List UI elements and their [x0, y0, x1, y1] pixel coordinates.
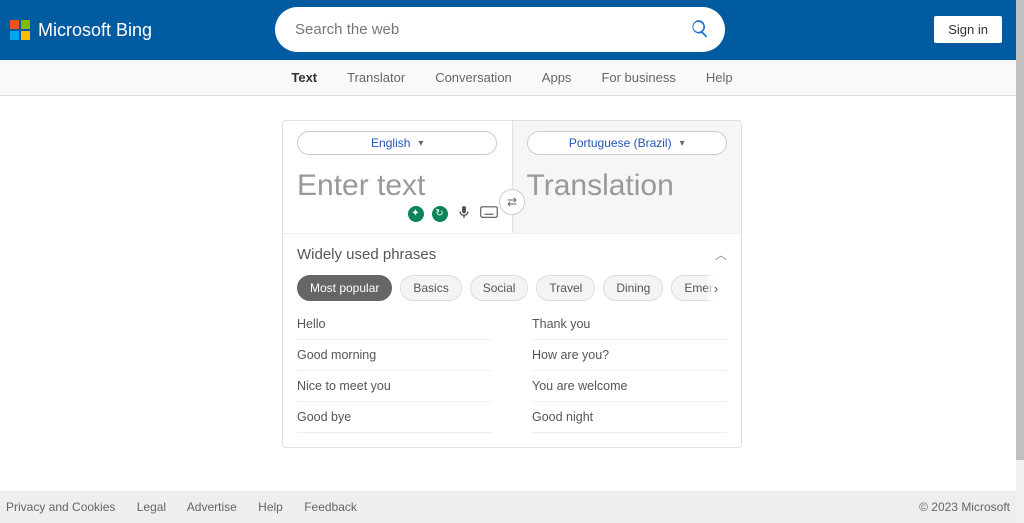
chip-most-popular[interactable]: Most popular [297, 275, 392, 301]
chevron-up-icon: ︿ [715, 248, 727, 262]
phrase-categories: Most popular Basics Social Travel Dining… [297, 275, 727, 301]
scrollbar[interactable] [1016, 0, 1024, 523]
footer-link-privacy[interactable]: Privacy and Cookies [6, 500, 115, 514]
tab-for-business[interactable]: For business [601, 70, 675, 85]
tab-text[interactable]: Text [291, 70, 317, 85]
phrases-header: Widely used phrases ︿ [297, 246, 727, 263]
target-pane: Portuguese (Brazil) ▾ Translation [513, 121, 742, 233]
nav-tabs: Text Translator Conversation Apps For bu… [0, 60, 1024, 96]
chip-social[interactable]: Social [470, 275, 529, 301]
microsoft-logo-icon [10, 20, 30, 40]
chevron-down-icon: ▾ [680, 138, 685, 149]
categories-scroll-right[interactable]: › [705, 275, 727, 301]
footer: Privacy and Cookies Legal Advertise Help… [0, 491, 1016, 523]
footer-link-feedback[interactable]: Feedback [304, 500, 357, 514]
keyboard-button[interactable] [480, 205, 498, 222]
phrases-title: Widely used phrases [297, 246, 436, 263]
chevron-right-icon: › [714, 281, 718, 296]
source-pane: English ▾ Enter text ✦ ↻ [283, 121, 513, 233]
grammarly-icon[interactable]: ✦ [408, 206, 424, 222]
search-icon [690, 18, 710, 38]
target-language-label: Portuguese (Brazil) [569, 136, 672, 150]
chip-basics[interactable]: Basics [400, 275, 461, 301]
footer-link-help[interactable]: Help [258, 500, 283, 514]
phrase-item[interactable]: How are you? [532, 340, 727, 371]
target-text-output: Translation [527, 169, 728, 221]
phrases-section: Widely used phrases ︿ Most popular Basic… [283, 233, 741, 447]
footer-copyright: © 2023 Microsoft [919, 500, 1010, 514]
swap-icon: ⇄ [507, 195, 517, 209]
search-button[interactable] [690, 18, 710, 41]
phrase-item[interactable]: You are welcome [532, 371, 727, 402]
tab-help[interactable]: Help [706, 70, 733, 85]
phrase-item[interactable]: Nice to meet you [297, 371, 492, 402]
phrase-list: Hello Thank you Good morning How are you… [297, 309, 727, 433]
translator-card: English ▾ Enter text ✦ ↻ ⇄ Portuguese (B… [282, 120, 742, 448]
swap-languages-button[interactable]: ⇄ [499, 189, 525, 215]
source-language-selector[interactable]: English ▾ [297, 131, 497, 155]
phrase-item[interactable]: Hello [297, 309, 492, 340]
brand-text: Microsoft Bing [38, 20, 152, 41]
phrase-item[interactable]: Good night [532, 402, 727, 433]
tab-translator[interactable]: Translator [347, 70, 405, 85]
tab-conversation[interactable]: Conversation [435, 70, 512, 85]
translation-panes: English ▾ Enter text ✦ ↻ ⇄ Portuguese (B… [283, 121, 741, 233]
top-bar: Microsoft Bing Sign in [0, 0, 1024, 60]
grammarly-refresh-icon[interactable]: ↻ [432, 206, 448, 222]
keyboard-icon [480, 205, 498, 219]
phrase-item[interactable]: Good bye [297, 402, 492, 433]
signin-button[interactable]: Sign in [934, 16, 1002, 43]
search-wrap [275, 7, 725, 52]
source-language-label: English [371, 136, 410, 150]
microphone-button[interactable] [456, 204, 472, 223]
search-input[interactable] [275, 7, 725, 52]
chip-travel[interactable]: Travel [536, 275, 595, 301]
phrase-item[interactable]: Thank you [532, 309, 727, 340]
footer-link-advertise[interactable]: Advertise [187, 500, 237, 514]
footer-links: Privacy and Cookies Legal Advertise Help… [6, 500, 375, 514]
chevron-down-icon: ▾ [418, 138, 423, 149]
tab-apps[interactable]: Apps [542, 70, 572, 85]
brand[interactable]: Microsoft Bing [10, 20, 152, 41]
target-language-selector[interactable]: Portuguese (Brazil) ▾ [527, 131, 727, 155]
source-tools: ✦ ↻ [408, 204, 498, 223]
microphone-icon [456, 204, 472, 220]
chip-dining[interactable]: Dining [603, 275, 663, 301]
collapse-button[interactable]: ︿ [715, 246, 727, 263]
footer-link-legal[interactable]: Legal [137, 500, 166, 514]
scrollbar-thumb[interactable] [1016, 0, 1024, 460]
phrase-item[interactable]: Good morning [297, 340, 492, 371]
